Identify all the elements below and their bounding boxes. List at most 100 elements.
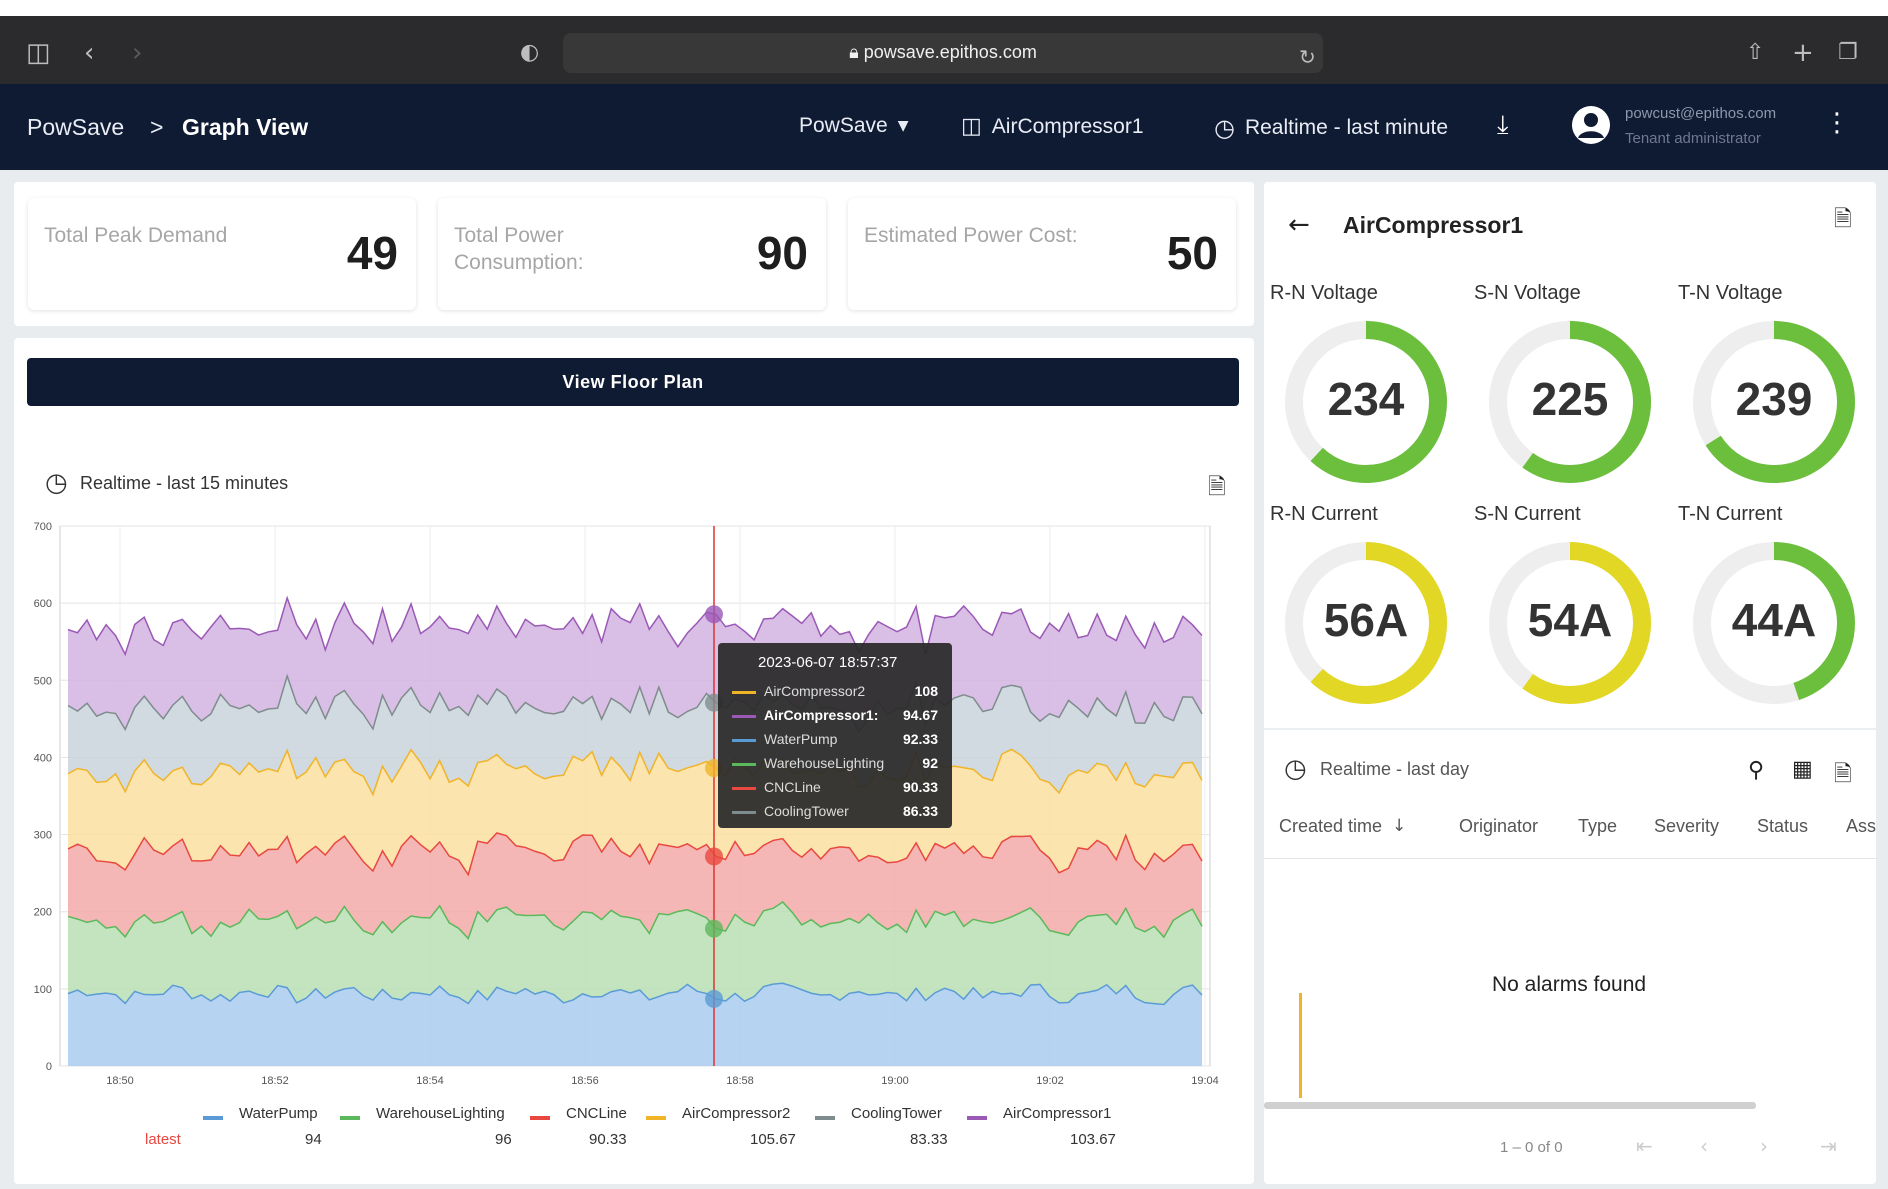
chart-tooltip: 2023-06-07 18:57:37 AirCompressor2 108 A… [718,643,952,828]
lock-icon: 🔒︎ [849,42,864,62]
app-header: PowSave > Graph View PowSave ▼ ◫ AirComp… [0,84,1888,170]
x-tick-label: 18:52 [261,1075,289,1087]
column-originator[interactable]: Originator [1459,816,1538,837]
x-tick-label: 19:04 [1191,1075,1219,1087]
timewindow-select[interactable]: ◷ Realtime - last minute [1214,114,1448,142]
legend-swatch [646,1116,666,1120]
prev-page-icon[interactable]: ‹ [1700,1134,1708,1158]
legend-item-aircompressor1[interactable]: AirCompressor1 [1003,1105,1111,1122]
legend-latest-value: 83.33 [910,1131,948,1148]
legend-latest-label: latest [145,1131,181,1148]
legend-latest-value: 96 [495,1131,512,1148]
tooltip-series-value: 108 [914,683,938,699]
sort-arrow-down-icon[interactable]: ↓ [1392,816,1406,836]
tooltip-swatch [732,715,756,718]
share-icon[interactable]: ⇧ [1746,38,1764,68]
avatar-icon[interactable] [1571,105,1611,145]
reload-icon[interactable]: ↻ [1299,42,1316,72]
legend-item-coolingtower[interactable]: CoolingTower [851,1105,942,1122]
x-tick-label: 18:50 [106,1075,134,1087]
pagination-range: 1 – 0 of 0 [1500,1139,1563,1156]
legend-item-cncline[interactable]: CNCLine [566,1105,627,1122]
alarms-timewindow-label[interactable]: Realtime - last day [1320,759,1469,780]
export-file-icon[interactable]: 🗎︎ [1208,470,1226,508]
gauge-value: 54A [1527,594,1613,646]
device-select[interactable]: ◫ AirCompressor1 [961,114,1144,139]
tooltip-row: AirCompressor1: 94.67 [732,705,938,727]
first-page-icon[interactable]: ⇤ [1636,1134,1653,1158]
gauge-label: T-N Current [1678,503,1783,525]
tooltip-row: WaterPump 92.33 [732,729,938,751]
timewindow-label: Realtime - last minute [1244,116,1449,139]
x-tick-label: 19:00 [881,1075,909,1087]
back-arrow-icon[interactable]: ← [1288,210,1310,240]
column-severity[interactable]: Severity [1654,816,1719,837]
columns-icon[interactable]: ▦ [1792,757,1813,782]
gauge-label: S-N Current [1474,503,1581,525]
device-select-label: AirCompressor1 [991,114,1144,138]
legend-item-warehouselighting[interactable]: WarehouseLighting [376,1105,505,1122]
legend-latest-value: 90.33 [589,1131,627,1148]
column-assignee[interactable]: Ass [1846,816,1876,837]
caret-down-icon: ▼ [897,118,909,134]
more-vert-icon[interactable]: ⋮ [1824,108,1850,138]
tooltip-series-value: 90.33 [902,779,938,795]
kpi-label: Total Power Consumption: [454,224,584,274]
search-icon[interactable]: ⚲ [1748,758,1764,783]
text-caret [1299,993,1302,1098]
x-tick-label: 18:54 [416,1075,444,1087]
tabs-overview-icon[interactable]: ❐ [1838,38,1858,68]
chart-timewindow-label[interactable]: Realtime - last 15 minutes [80,473,288,494]
stacked-area-chart[interactable]: 700 600 500 400 300 200 100 0 18:50 18:52 18:54 18:… [20,518,1248,1093]
gauge-label: T-N Voltage [1678,282,1783,304]
gauge-label: R-N Current [1270,503,1378,525]
export-file-icon[interactable]: 🗎︎ [1834,757,1852,795]
browser-toolbar: ◫ ‹ › ◐ 🔒︎ powsave.epithos.com ↻ ⇧ + ❐ [0,0,1888,84]
horizontal-scrollbar[interactable] [1264,1102,1756,1109]
tooltip-series-name: CoolingTower [764,803,849,819]
legend-item-waterpump[interactable]: WaterPump [239,1105,318,1122]
kpi-value: 49 [346,227,398,279]
view-floor-plan-button[interactable]: View Floor Plan [27,358,1239,406]
column-created-time[interactable]: Created time [1279,816,1382,837]
dashboard-select[interactable]: PowSave ▼ [799,114,909,138]
sidebar-toggle-icon[interactable]: ◫ [26,38,51,68]
next-page-icon[interactable]: › [1760,1134,1768,1158]
y-tick-label: 200 [34,907,52,919]
privacy-shield-icon[interactable]: ◐ [520,38,539,68]
tooltip-row: AirCompressor2 108 [732,681,938,703]
url-text: powsave.epithos.com [863,42,1037,62]
download-icon[interactable]: ⤓ [1497,110,1509,141]
column-status[interactable]: Status [1757,816,1808,837]
x-tick-label: 18:56 [571,1075,599,1087]
kpi-value: 90 [756,227,808,279]
y-tick-label: 0 [46,1061,52,1073]
forward-icon[interactable]: › [132,38,142,68]
tooltip-swatch [732,787,756,790]
column-type[interactable]: Type [1578,816,1617,837]
address-bar[interactable]: 🔒︎ powsave.epithos.com [563,33,1323,73]
last-page-icon[interactable]: ⇥ [1820,1134,1837,1158]
gauge-value: 234 [1327,373,1405,425]
x-tick-label: 18:58 [726,1075,754,1087]
legend-latest-value: 103.67 [1070,1131,1116,1148]
legend-item-aircompressor2[interactable]: AirCompressor2 [682,1105,790,1122]
y-tick-label: 700 [34,521,52,533]
tooltip-series-value: 92 [922,755,938,771]
kpi-label: Total Peak Demand [44,224,228,247]
y-tick-label: 600 [34,598,52,610]
tooltip-series-value: 86.33 [902,803,938,819]
back-icon[interactable]: ‹ [84,38,94,68]
y-tick-label: 500 [34,675,52,687]
new-tab-icon[interactable]: + [1792,38,1814,68]
tooltip-row: CoolingTower 86.33 [732,801,938,823]
no-alarms-message: No alarms found [1492,973,1647,996]
breadcrumb-root[interactable]: PowSave [27,114,124,141]
export-file-icon[interactable]: 🗎︎ [1834,202,1852,240]
kpi-card-peak-demand: Total Peak Demand 49 [28,198,416,310]
hover-point [705,847,723,866]
gauge-label: R-N Voltage [1270,282,1378,304]
gauge-value: 239 [1735,373,1813,425]
tooltip-title: 2023-06-07 18:57:37 [758,654,898,671]
tooltip-swatch [732,691,756,694]
